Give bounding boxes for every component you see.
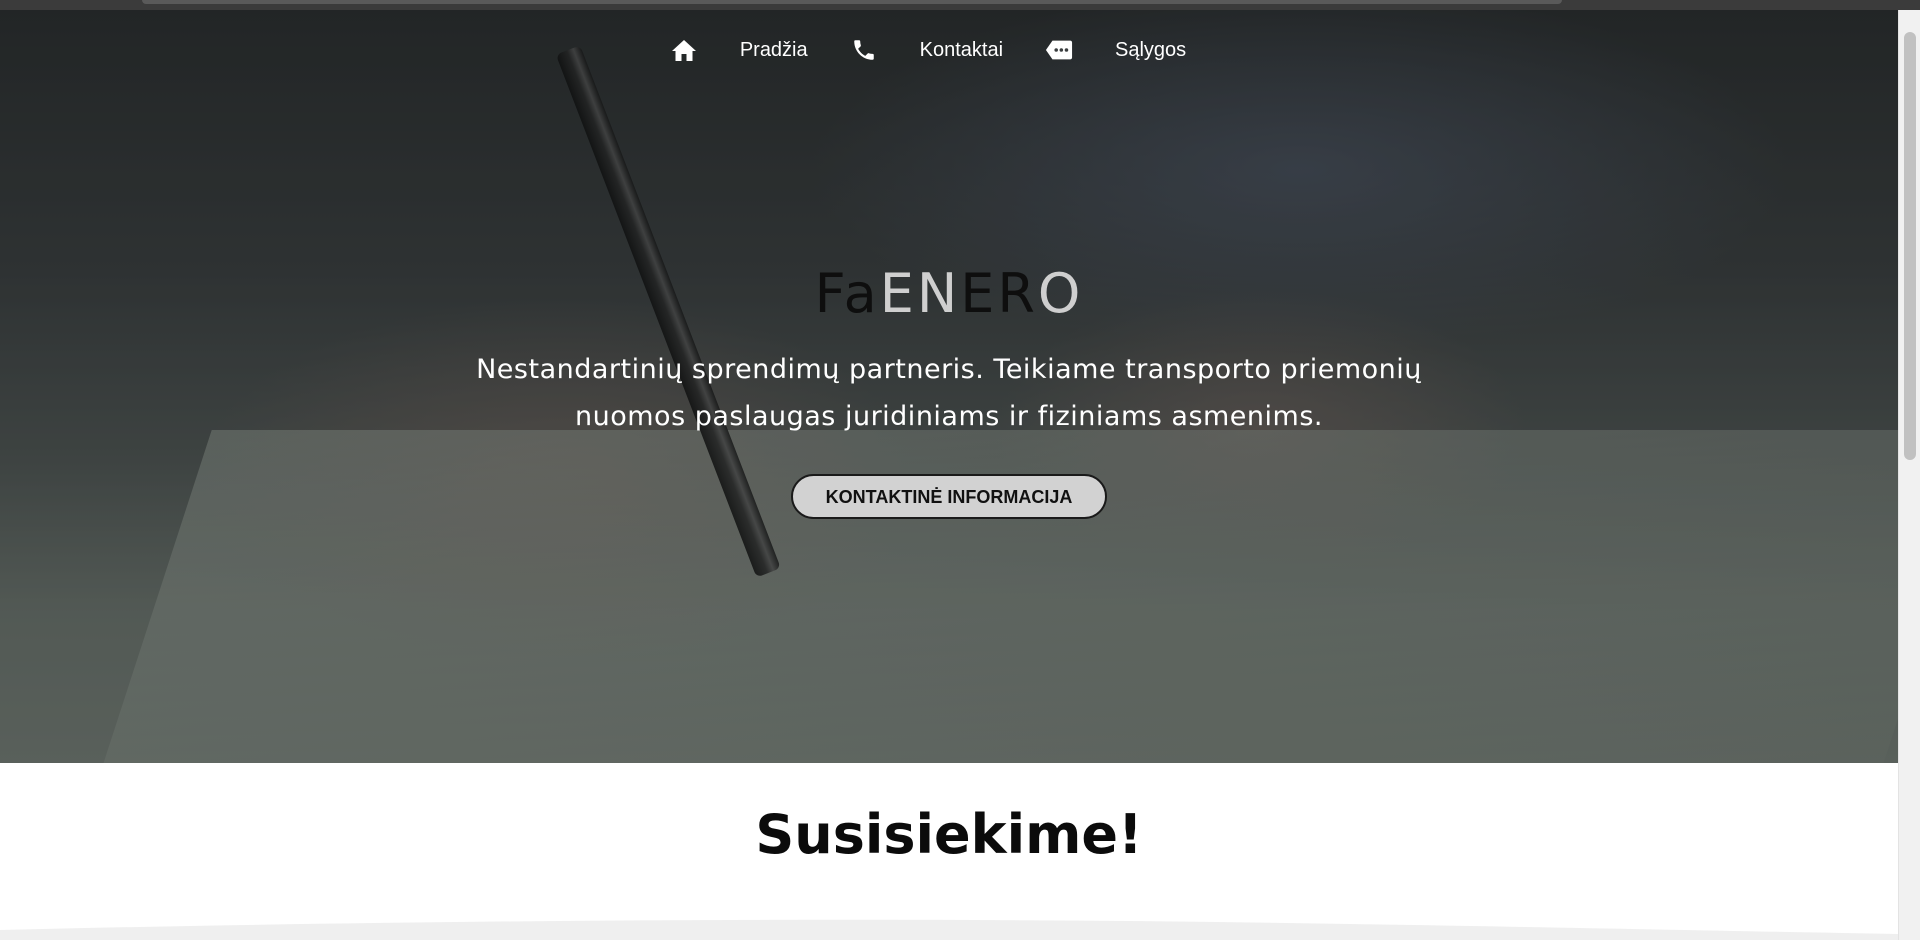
hero-content: FaENERO Nestandartinių sprendimų partner… bbox=[0, 262, 1898, 519]
page-scrollbar[interactable] bbox=[1898, 10, 1920, 940]
phone-icon bbox=[850, 36, 878, 64]
nav-item-label: Sąlygos bbox=[1115, 38, 1187, 61]
brand-title: FaENERO bbox=[0, 262, 1898, 326]
scrollbar-thumb[interactable] bbox=[1904, 32, 1916, 460]
nav-item-salygos[interactable]: Sąlygos bbox=[1045, 36, 1228, 64]
contact-info-button[interactable]: KONTAKTINĖ INFORMACIJA bbox=[791, 474, 1107, 519]
nav-item-kontaktai[interactable]: Kontaktai bbox=[850, 36, 1045, 64]
nav-item-label: Pradžia bbox=[739, 38, 808, 61]
brand-part: EN bbox=[879, 262, 961, 325]
section-divider-wave bbox=[0, 919, 1898, 940]
contact-heading: Susisiekime! bbox=[755, 803, 1143, 866]
home-icon bbox=[670, 36, 698, 64]
browser-tab-edge bbox=[142, 0, 1562, 4]
hero-tagline: Nestandartinių sprendimų partneris. Teik… bbox=[476, 354, 1422, 432]
main-navigation: Pradžia Kontaktai Sąlygos bbox=[0, 28, 1898, 72]
brand-part: O bbox=[1037, 262, 1084, 325]
nav-item-label: Kontaktai bbox=[919, 38, 1004, 61]
brand-part: Fa bbox=[814, 262, 880, 325]
nav-item-pradzia[interactable]: Pradžia bbox=[670, 36, 850, 64]
browser-top-strip bbox=[0, 0, 1920, 10]
label-dots-icon bbox=[1045, 36, 1073, 64]
brand-part: ER bbox=[960, 262, 1038, 325]
